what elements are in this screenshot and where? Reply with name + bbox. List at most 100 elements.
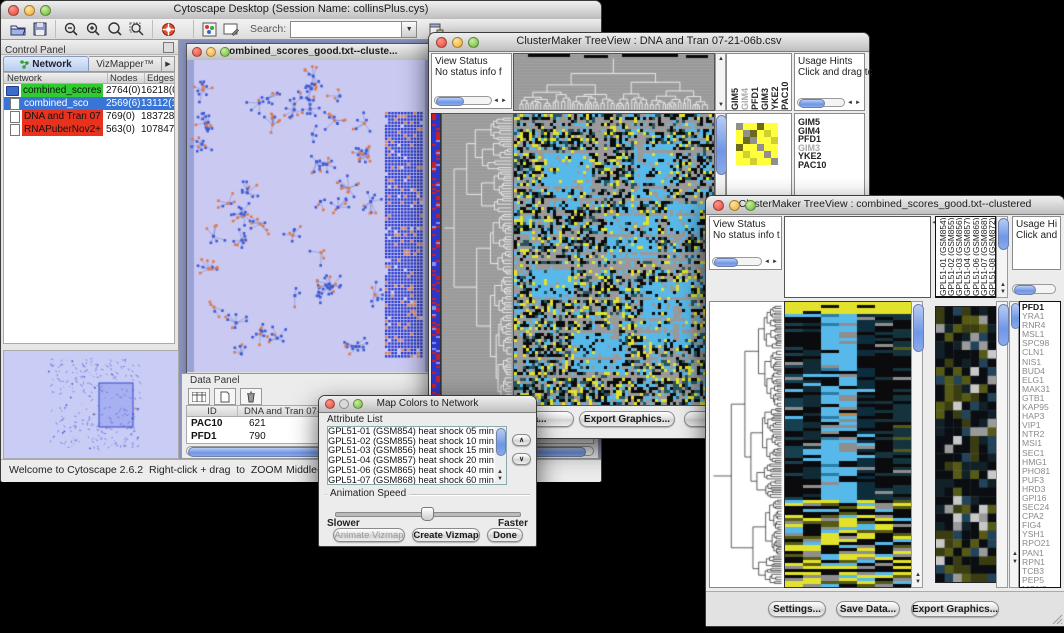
tv2-export-graphics-button[interactable]: Export Graphics...: [911, 601, 999, 617]
tv1-correlation-matrix[interactable]: [736, 123, 778, 165]
minimize-button[interactable]: [24, 5, 35, 16]
vizmap-icon[interactable]: [198, 20, 220, 38]
tv2-save-data-button[interactable]: Save Data...: [836, 601, 900, 617]
treeview2-titlebar[interactable]: ClusterMaker TreeView : combined_scores_…: [706, 196, 1064, 215]
tv1-column-dendrogram[interactable]: [513, 53, 715, 111]
tv2-zoom-button[interactable]: [745, 200, 756, 211]
tv2-usage-line2: Click and: [1013, 230, 1060, 243]
new-attribute-icon[interactable]: [214, 388, 236, 405]
tv2-settings-button[interactable]: Settings...: [768, 601, 826, 617]
tv1-status-right-arrow-icon[interactable]: ►: [501, 98, 507, 104]
tv1-export-graphics-button[interactable]: Export Graphics...: [579, 411, 675, 427]
delete-attribute-icon[interactable]: [240, 388, 262, 405]
map-dialog-titlebar[interactable]: Map Colors to Network: [319, 396, 536, 413]
tv1-status-hscrollbar[interactable]: [434, 96, 492, 105]
tv1-heatmap-canvas[interactable]: [513, 113, 715, 406]
network-table-row[interactable]: combined_sco2569(6)13112(15): [4, 97, 174, 110]
zoom-selected-icon[interactable]: [104, 20, 126, 38]
attribute-listbox[interactable]: GPL51-01 (GSM854) heat shock 05 minGPL51…: [327, 426, 507, 485]
treeview1-titlebar[interactable]: ClusterMaker TreeView : DNA and Tran 07-…: [429, 33, 869, 52]
annotation-icon[interactable]: [220, 20, 242, 38]
move-attribute-up-button[interactable]: ∧: [512, 434, 531, 446]
network-zoom-button[interactable]: [220, 47, 230, 57]
attribute-list-item[interactable]: GPL51-04 (GSM857) heat shock 20 min: [328, 456, 506, 466]
attribute-list-item[interactable]: GPL51-01 (GSM854) heat shock 05 min: [328, 427, 506, 437]
tab-vizmapper[interactable]: VizMapper™: [89, 56, 162, 72]
tv2-secondary-heatmap[interactable]: [935, 306, 997, 583]
tv2-row-dendrogram[interactable]: [709, 301, 785, 588]
tv1-status-left-arrow-icon[interactable]: ◄: [493, 98, 499, 104]
animate-vizmap-button[interactable]: Animate Vizmap: [333, 528, 405, 542]
close-button[interactable]: [8, 5, 19, 16]
zoom-in-icon[interactable]: [82, 20, 104, 38]
select-attributes-icon[interactable]: [188, 388, 210, 405]
tv1-close-button[interactable]: [436, 37, 447, 48]
gene-list-item[interactable]: MON2: [1022, 585, 1060, 588]
network-close-button[interactable]: [192, 47, 202, 57]
col-header-edges[interactable]: Edges: [145, 73, 174, 83]
attribute-list-vscrollbar[interactable]: ▲▼: [495, 427, 506, 484]
resize-grip-icon[interactable]: [1051, 613, 1063, 625]
help-icon[interactable]: [157, 20, 179, 38]
tv1-usage-right-arrow-icon[interactable]: ►: [855, 100, 861, 106]
network-minimize-button[interactable]: [206, 47, 216, 57]
network-table-row[interactable]: combined_scores2764(0)16218(0): [4, 84, 174, 97]
attribute-list-item[interactable]: GPL51-06 (GSM865) heat shock 40 min: [328, 466, 506, 476]
dialog-zoom-button[interactable]: [353, 399, 363, 409]
tab-network[interactable]: Network: [3, 56, 89, 72]
zoom-fit-icon[interactable]: [126, 20, 148, 38]
search-dropdown-icon[interactable]: ▼: [402, 21, 417, 38]
tv2-genelist-vscrollbar[interactable]: ▲▼: [1009, 301, 1019, 588]
open-file-icon[interactable]: [7, 20, 29, 38]
network-canvas[interactable]: [187, 60, 432, 372]
zoom-window-button[interactable]: [40, 5, 51, 16]
tv2-usage-hscrollbar[interactable]: [1012, 284, 1056, 294]
tv2-rightmap-vscrollbar[interactable]: [996, 301, 1008, 588]
tv1-usage-left-arrow-icon[interactable]: ◄: [847, 100, 853, 106]
birdseye-view-canvas[interactable]: [3, 350, 179, 459]
attribute-list-item[interactable]: GPL51-02 (GSM855) heat shock 10 min: [328, 437, 506, 447]
tv2-usage-line1: Usage Hi: [1013, 217, 1060, 230]
attribute-list-item[interactable]: GPL51-03 (GSM856) heat shock 15 min: [328, 446, 506, 456]
tv1-row-dendrogram[interactable]: [441, 113, 514, 406]
done-button[interactable]: Done: [487, 528, 523, 542]
tv1-minimize-button[interactable]: [452, 37, 463, 48]
save-icon[interactable]: [29, 20, 51, 38]
tv2-status-right-arrow-icon[interactable]: ►: [772, 259, 778, 265]
float-panel-icon[interactable]: [163, 42, 174, 53]
edge-count: 16218(0): [141, 84, 174, 97]
tv2-close-button[interactable]: [713, 200, 724, 211]
col-header-nodes[interactable]: Nodes: [108, 73, 145, 83]
dialog-close-button[interactable]: [325, 399, 335, 409]
attribute-list-item[interactable]: GPL51-07 (GSM868) heat shock 60 min: [328, 476, 506, 485]
node-count: 2764(0): [106, 84, 141, 97]
status-middle-hint: Middle-: [286, 464, 320, 476]
tv1-global-pixel-strip[interactable]: [431, 113, 441, 406]
matrix-cell: [736, 137, 743, 144]
data-col-id[interactable]: ID: [187, 406, 238, 416]
col-header-network[interactable]: Network: [4, 73, 108, 83]
main-titlebar[interactable]: Cytoscape Desktop (Session Name: collins…: [1, 1, 601, 20]
search-input[interactable]: [290, 21, 402, 38]
slider-thumb[interactable]: [421, 507, 434, 521]
tv2-gene-list[interactable]: PFD1YRA1RNR4MSL1SPC98CLN1NIS1BUD4ELG1MAK…: [1019, 301, 1061, 588]
tv2-status-hscrollbar[interactable]: [712, 257, 762, 266]
network-view-titlebar[interactable]: combined_scores_good.txt--cluste...: [187, 44, 434, 61]
create-vizmap-button[interactable]: Create Vizmap: [412, 528, 480, 542]
tv2-heatmap-canvas[interactable]: [784, 301, 912, 588]
tv2-status-left-arrow-icon[interactable]: ◄: [764, 259, 770, 265]
network-table-row[interactable]: RNAPuberNov2+563(0)107847(0): [4, 123, 174, 136]
zoom-out-icon[interactable]: [60, 20, 82, 38]
tv2-heatmap-vscrollbar[interactable]: ▲▼: [911, 301, 923, 588]
dialog-minimize-button[interactable]: [339, 399, 349, 409]
move-attribute-down-button[interactable]: ∨: [512, 453, 531, 465]
tv2-minimize-button[interactable]: [729, 200, 740, 211]
animation-speed-slider[interactable]: [335, 506, 519, 520]
tv1-zoom-button[interactable]: [468, 37, 479, 48]
tv1-usage-hscrollbar[interactable]: [797, 98, 845, 107]
tab-overflow[interactable]: ▶: [162, 56, 175, 72]
network-table-row[interactable]: DNA and Tran 07769(0)183728(0): [4, 110, 174, 123]
tv2-collabels-vscrollbar[interactable]: ▲▼: [996, 216, 1008, 298]
tv1-col-scrollstrip[interactable]: ▲▼: [715, 53, 726, 111]
tv2-column-dendrogram-area[interactable]: [784, 216, 931, 298]
